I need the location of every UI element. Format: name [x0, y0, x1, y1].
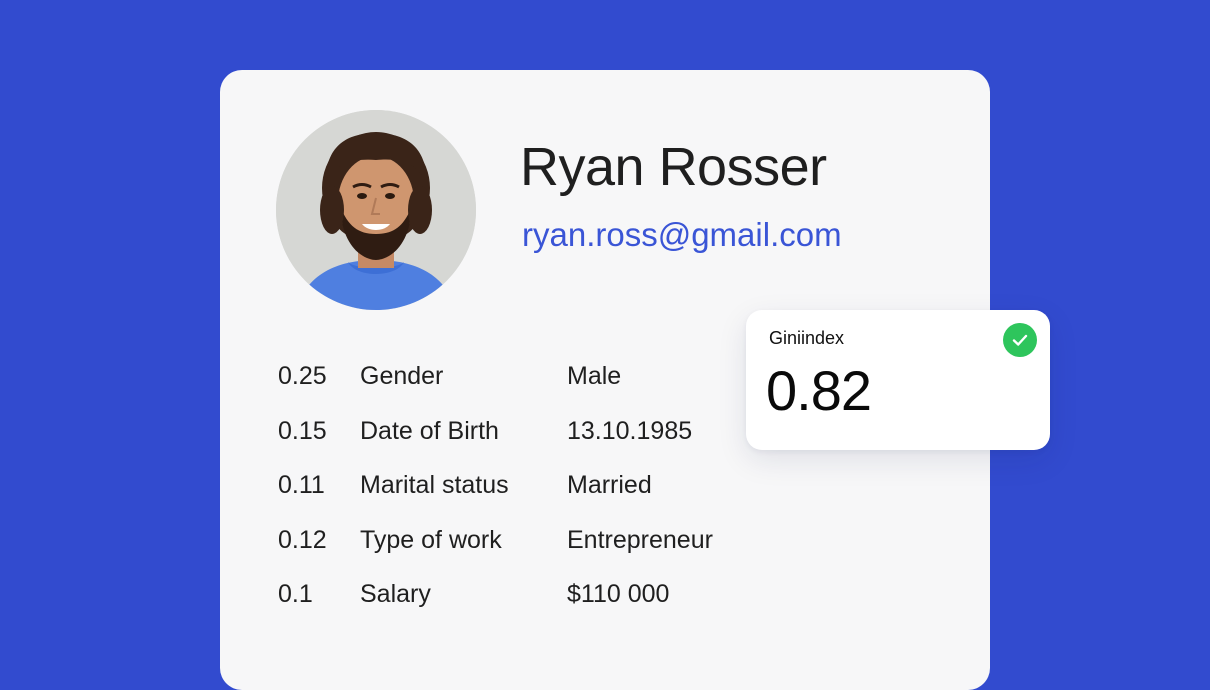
check-circle-icon	[1003, 323, 1037, 357]
attribute-value: $110 000	[567, 580, 670, 608]
gini-index-card: Giniindex 0.82	[746, 310, 1050, 450]
gini-index-value: 0.82	[766, 359, 872, 422]
attribute-weight: 0.15	[278, 416, 327, 445]
attribute-weight: 0.25	[278, 362, 327, 390]
attribute-label: Type of work	[360, 525, 502, 554]
attribute-value: Married	[567, 471, 652, 499]
attribute-weight: 0.12	[278, 525, 327, 554]
attribute-label: Date of Birth	[360, 416, 499, 445]
avatar	[276, 110, 476, 310]
profile-email[interactable]: ryan.ross@gmail.com	[522, 216, 842, 254]
attribute-label: Gender	[360, 362, 444, 390]
attribute-value: 13.10.1985	[567, 416, 693, 445]
attribute-label: Marital status	[360, 471, 509, 499]
attribute-value: Entrepreneur	[567, 525, 713, 554]
attribute-weight: 0.1	[278, 580, 313, 608]
profile-name: Ryan Rosser	[520, 137, 827, 197]
attribute-value: Male	[567, 362, 622, 390]
attribute-label: Salary	[360, 580, 431, 608]
attribute-weight: 0.11	[278, 471, 325, 499]
avatar-photo	[276, 110, 476, 310]
gini-index-title: Giniindex	[769, 328, 845, 348]
